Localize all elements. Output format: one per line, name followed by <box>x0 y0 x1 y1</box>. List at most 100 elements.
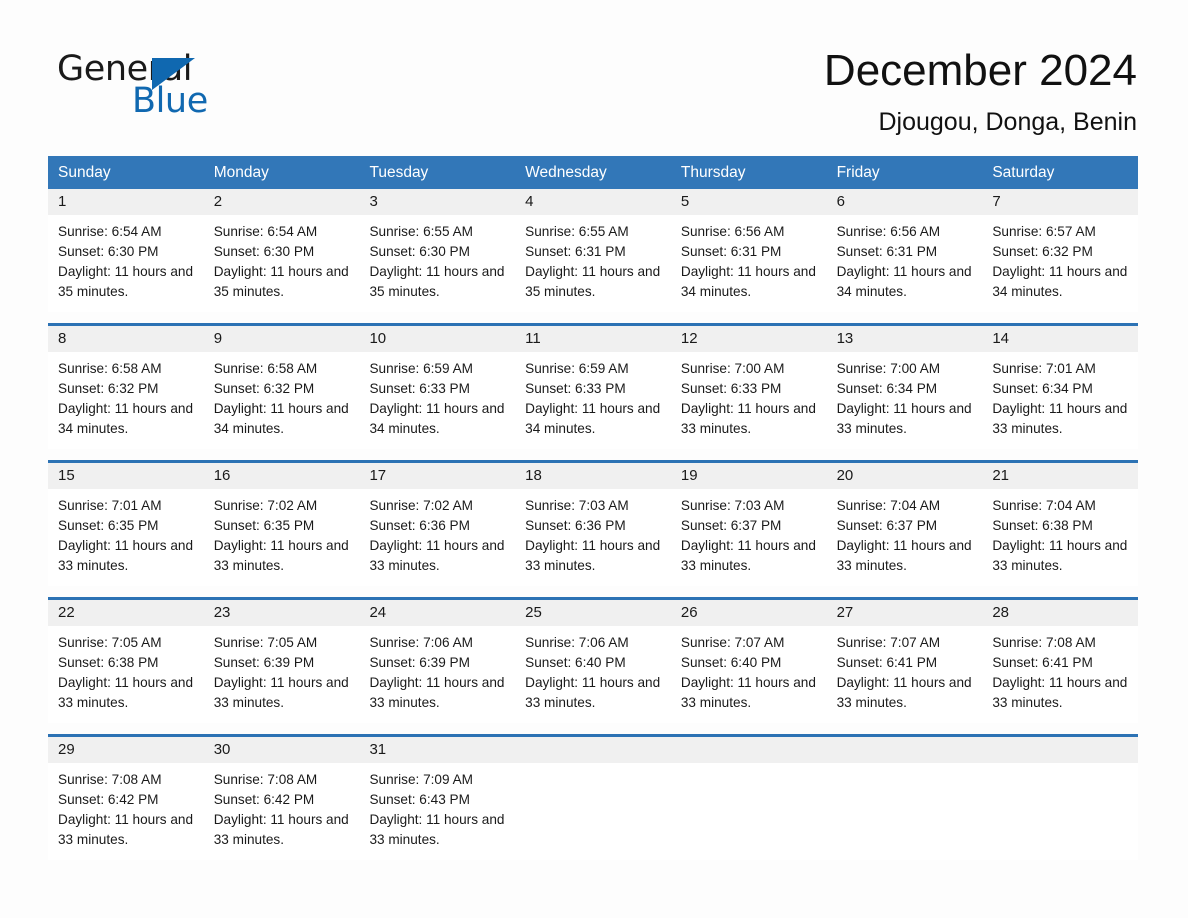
sunset-text: Sunset: 6:31 PM <box>680 244 782 259</box>
day-cell[interactable]: 6 Sunrise: 6:56 AM Sunset: 6:31 PM Daylight… <box>826 189 983 312</box>
day-number: 29 <box>58 741 75 758</box>
day-cell[interactable]: 21 Sunrise: 7:04 AM Sunset: 6:38 PM Dayligh… <box>982 463 1139 586</box>
day-cell[interactable]: 27 Sunrise: 7:07 AM Sunset: 6:41 PM Dayligh… <box>826 600 983 723</box>
day-number-strip: 11 <box>515 326 671 352</box>
day-number-strip: 14 <box>982 326 1139 352</box>
calendar-week-row: 1 Sunrise: 6:54 AM Sunset: 6:30 PM Daylight… <box>48 189 1139 312</box>
day-cell[interactable]: 17 Sunrise: 7:02 AM Sunset: 6:36 PM Dayligh… <box>359 463 516 586</box>
day-cell[interactable]: 28 Sunrise: 7:08 AM Sunset: 6:41 PM Dayligh… <box>982 600 1139 723</box>
day-number-strip: 22 <box>48 600 204 626</box>
daylight-text: Daylight: 11 hours and 33 minutes. <box>680 675 816 710</box>
page-subtitle: Djougou, Donga, Benin <box>878 107 1137 136</box>
sunset-text: Sunset: 6:38 PM <box>58 655 159 670</box>
page-title: December 2024 <box>823 46 1137 95</box>
day-cell[interactable]: 26 Sunrise: 7:07 AM Sunset: 6:40 PM Dayligh… <box>670 600 827 723</box>
day-number: 31 <box>369 741 387 758</box>
day-details: Sunrise: 6:58 AM Sunset: 6:32 PM Daylight:… <box>48 352 204 449</box>
day-details: Sunrise: 6:58 AM Sunset: 6:32 PM Daylight:… <box>204 352 360 449</box>
title-block: December 2024 Djougou, Donga, Benin <box>823 46 1137 136</box>
sunset-text: Sunset: 6:37 PM <box>836 518 938 533</box>
day-cell[interactable]: 12 Sunrise: 7:00 AM Sunset: 6:33 PM Dayligh… <box>670 326 827 449</box>
sunrise-text: Sunrise: 7:09 AM <box>369 772 473 787</box>
day-cell[interactable]: 24 Sunrise: 7:06 AM Sunset: 6:39 PM Dayligh… <box>359 600 516 723</box>
day-number: 23 <box>213 604 231 621</box>
sunrise-text: Sunrise: 7:05 AM <box>58 635 162 650</box>
day-number-strip: 19 <box>670 463 827 489</box>
daylight-text: Daylight: 11 hours and 33 minutes. <box>525 538 661 573</box>
daylight-text: Daylight: 11 hours and 33 minutes. <box>369 538 505 573</box>
day-cell[interactable]: 11 Sunrise: 6:59 AM Sunset: 6:33 PM Dayligh… <box>515 326 671 449</box>
day-cell-empty <box>515 737 671 860</box>
day-cell[interactable]: 4 Sunrise: 6:55 AM Sunset: 6:31 PM Daylight… <box>515 189 671 312</box>
day-details <box>827 763 983 845</box>
day-cell[interactable]: 7 Sunrise: 6:57 AM Sunset: 6:32 PM Daylight… <box>982 189 1139 312</box>
day-cell[interactable]: 13 Sunrise: 7:00 AM Sunset: 6:34 PM Dayligh… <box>826 326 983 449</box>
daylight-text: Daylight: 11 hours and 33 minutes. <box>836 538 972 573</box>
day-cell[interactable]: 16 Sunrise: 7:02 AM Sunset: 6:35 PM Dayligh… <box>203 463 360 586</box>
day-number: 24 <box>369 604 387 621</box>
day-number: 25 <box>525 604 542 621</box>
sunset-text: Sunset: 6:35 PM <box>58 518 159 533</box>
day-cell[interactable]: 23 Sunrise: 7:05 AM Sunset: 6:39 PM Dayligh… <box>203 600 360 723</box>
calendar-week-row: 15 Sunrise: 7:01 AM Sunset: 6:35 PM Dayligh… <box>48 460 1139 586</box>
day-details <box>671 763 827 845</box>
day-cell[interactable]: 1 Sunrise: 6:54 AM Sunset: 6:30 PM Daylight… <box>48 189 204 312</box>
day-cell[interactable]: 9 Sunrise: 6:58 AM Sunset: 6:32 PM Daylight… <box>203 326 360 449</box>
day-cell[interactable]: 20 Sunrise: 7:04 AM Sunset: 6:37 PM Dayligh… <box>826 463 983 586</box>
sunrise-text: Sunrise: 6:58 AM <box>213 361 318 376</box>
sunrise-text: Sunrise: 7:01 AM <box>992 361 1096 376</box>
day-cell[interactable]: 29 Sunrise: 7:08 AM Sunset: 6:42 PM Dayligh… <box>48 737 204 860</box>
day-details: Sunrise: 6:55 AM Sunset: 6:31 PM Daylight:… <box>515 215 671 312</box>
day-details: Sunrise: 6:59 AM Sunset: 6:33 PM Daylight:… <box>515 352 671 449</box>
sunrise-text: Sunrise: 7:05 AM <box>213 635 318 650</box>
calendar-weeks: 1 Sunrise: 6:54 AM Sunset: 6:30 PM Daylight… <box>48 189 1139 860</box>
sunset-text: Sunset: 6:36 PM <box>369 518 470 533</box>
day-cell[interactable]: 31 Sunrise: 7:09 AM Sunset: 6:43 PM Dayligh… <box>359 737 516 860</box>
day-cell[interactable]: 18 Sunrise: 7:03 AM Sunset: 6:36 PM Dayligh… <box>515 463 671 586</box>
day-number-strip: 17 <box>359 463 516 489</box>
day-details: Sunrise: 7:00 AM Sunset: 6:33 PM Daylight:… <box>671 352 827 449</box>
daylight-text: Daylight: 11 hours and 34 minutes. <box>836 264 972 299</box>
day-cell[interactable]: 2 Sunrise: 6:54 AM Sunset: 6:30 PM Daylight… <box>203 189 360 312</box>
day-cell[interactable]: 3 Sunrise: 6:55 AM Sunset: 6:30 PM Daylight… <box>359 189 516 312</box>
sunrise-text: Sunrise: 6:56 AM <box>680 224 785 239</box>
day-details: Sunrise: 7:08 AM Sunset: 6:42 PM Daylight:… <box>204 763 360 860</box>
sunrise-text: Sunrise: 7:00 AM <box>680 361 785 376</box>
day-cell[interactable]: 30 Sunrise: 7:08 AM Sunset: 6:42 PM Dayligh… <box>203 737 360 860</box>
sunset-text: Sunset: 6:42 PM <box>58 792 159 807</box>
day-number-strip: 13 <box>826 326 983 352</box>
day-details: Sunrise: 7:06 AM Sunset: 6:39 PM Daylight:… <box>359 626 515 723</box>
day-cell[interactable]: 8 Sunrise: 6:58 AM Sunset: 6:32 PM Daylight… <box>48 326 204 449</box>
day-cell[interactable]: 15 Sunrise: 7:01 AM Sunset: 6:35 PM Dayligh… <box>48 463 204 586</box>
daylight-text: Daylight: 11 hours and 35 minutes. <box>58 264 194 299</box>
sunset-text: Sunset: 6:32 PM <box>992 244 1093 259</box>
calendar-week-row: 29 Sunrise: 7:08 AM Sunset: 6:42 PM Dayligh… <box>48 734 1139 860</box>
day-number: 20 <box>836 467 854 484</box>
day-number-strip: 4 <box>515 189 671 215</box>
day-cell-empty <box>826 737 983 860</box>
sunset-text: Sunset: 6:34 PM <box>836 381 938 396</box>
day-details: Sunrise: 7:09 AM Sunset: 6:43 PM Daylight:… <box>359 763 515 860</box>
day-number-strip: 28 <box>982 600 1139 626</box>
sunrise-text: Sunrise: 7:01 AM <box>58 498 162 513</box>
day-cell[interactable]: 19 Sunrise: 7:03 AM Sunset: 6:37 PM Dayligh… <box>670 463 827 586</box>
day-details: Sunrise: 6:54 AM Sunset: 6:30 PM Daylight:… <box>204 215 360 312</box>
day-cell[interactable]: 14 Sunrise: 7:01 AM Sunset: 6:34 PM Dayligh… <box>982 326 1139 449</box>
calendar-week-row: 8 Sunrise: 6:58 AM Sunset: 6:32 PM Daylight… <box>48 323 1139 449</box>
day-details <box>515 763 671 845</box>
day-number: 27 <box>836 604 854 621</box>
day-cell[interactable]: 10 Sunrise: 6:59 AM Sunset: 6:33 PM Dayligh… <box>359 326 516 449</box>
day-details: Sunrise: 6:57 AM Sunset: 6:32 PM Daylight:… <box>982 215 1138 312</box>
day-cell[interactable]: 5 Sunrise: 6:56 AM Sunset: 6:31 PM Daylight… <box>670 189 827 312</box>
daylight-text: Daylight: 11 hours and 33 minutes. <box>58 675 194 710</box>
day-cell[interactable]: 22 Sunrise: 7:05 AM Sunset: 6:38 PM Dayligh… <box>48 600 204 723</box>
day-cell[interactable]: 25 Sunrise: 7:06 AM Sunset: 6:40 PM Dayligh… <box>515 600 671 723</box>
sunrise-text: Sunrise: 6:54 AM <box>58 224 162 239</box>
daylight-text: Daylight: 11 hours and 34 minutes. <box>213 401 349 436</box>
week-row-gap <box>48 586 1138 597</box>
day-number-strip: 26 <box>670 600 827 626</box>
sunrise-text: Sunrise: 6:55 AM <box>525 224 629 239</box>
sunset-text: Sunset: 6:36 PM <box>525 518 626 533</box>
sunrise-text: Sunrise: 7:08 AM <box>992 635 1096 650</box>
sunset-text: Sunset: 6:40 PM <box>525 655 626 670</box>
